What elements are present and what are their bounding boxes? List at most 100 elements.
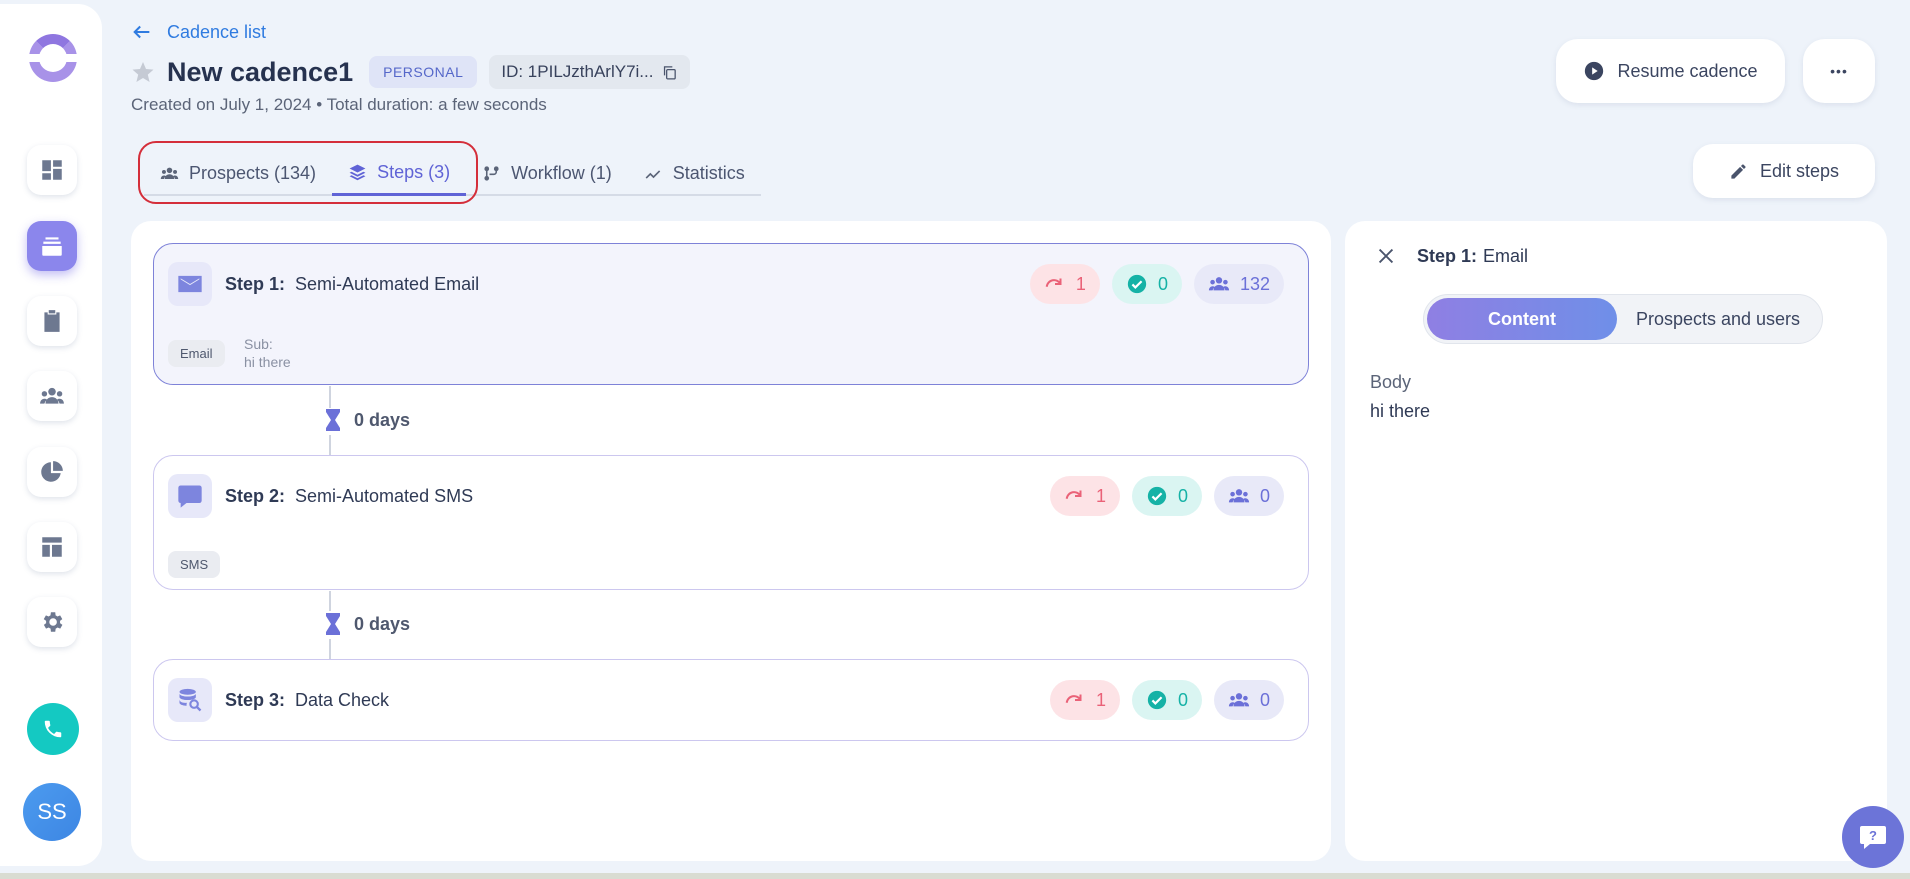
step-2-bounced-count: 1 (1095, 485, 1106, 506)
toggle-prospects-and-users[interactable]: Prospects and users (1617, 298, 1819, 340)
phone-icon (44, 720, 62, 738)
tab-statistics-label: Statistics (672, 162, 745, 183)
edit-steps-button[interactable]: Edit steps (1693, 144, 1875, 198)
resume-cadence-button[interactable]: Resume cadence (1556, 39, 1785, 103)
step-1-prospects-pill[interactable]: 132 (1193, 264, 1284, 304)
people-icon (1228, 489, 1250, 503)
step-2-completed-pill[interactable]: 0 (1131, 476, 1202, 516)
edit-steps-label: Edit steps (1759, 160, 1840, 181)
trend-line-icon (645, 169, 661, 179)
step-3-name: Data Check (295, 690, 390, 710)
templates-icon (42, 537, 62, 557)
more-options-icon: ••• (1830, 63, 1848, 79)
step-1-icon-box (168, 262, 212, 306)
back-to-cadence-list-link[interactable]: Cadence list (131, 21, 266, 43)
step-1-stats: 1 0 132 (1029, 264, 1284, 304)
step-3-number: Step 3: (225, 690, 286, 710)
step-2-channel-chip: SMS (168, 551, 221, 578)
tab-steps[interactable]: Steps (3) (332, 152, 467, 196)
step-3-prospects-pill[interactable]: 0 (1213, 680, 1284, 720)
cadences-nav-button[interactable] (27, 221, 77, 271)
check-circle-icon (1147, 486, 1167, 506)
step-2-bounced-pill[interactable]: 1 (1049, 476, 1120, 516)
step-3-stats: 1 0 0 (1049, 680, 1284, 720)
close-icon (1378, 248, 1394, 264)
step-1-subject-value: hi there (244, 354, 291, 370)
step-2-prospects-pill[interactable]: 0 (1213, 476, 1284, 516)
step-connector (329, 386, 331, 408)
help-button[interactable]: ? (1842, 806, 1904, 868)
settings-icon (43, 612, 63, 632)
tasks-nav-button[interactable] (27, 296, 77, 346)
step-connector (329, 639, 331, 659)
delay-2-label: 0 days (354, 613, 411, 634)
step-1-completed-pill[interactable]: 0 (1111, 264, 1182, 304)
step-2-title: Step 2: Semi-Automated SMS (225, 486, 473, 507)
app-logo[interactable] (25, 34, 81, 82)
bottom-strip (0, 873, 1910, 879)
copy-icon[interactable] (661, 64, 678, 81)
check-circle-icon (1127, 274, 1147, 294)
user-avatar[interactable]: SS (23, 783, 81, 841)
pencil-icon (1731, 163, 1746, 179)
redo-arrow-icon (1045, 278, 1062, 287)
step-3-icon-box (168, 678, 212, 722)
back-link-label: Cadence list (167, 21, 267, 42)
step-1-number: Step 1: (225, 274, 286, 294)
step-detail-number: Step 1: (1417, 246, 1478, 266)
step-1-prospects-count: 132 (1239, 273, 1270, 294)
reports-nav-button[interactable] (27, 447, 77, 497)
prospects-nav-button[interactable] (27, 371, 77, 421)
cadence-subtitle: Created on July 1, 2024 • Total duration… (131, 95, 547, 114)
tab-workflow[interactable]: Workflow (1) (466, 152, 628, 194)
step-3-title: Step 3: Data Check (225, 690, 389, 711)
star-icon (132, 62, 154, 82)
toggle-content[interactable]: Content (1427, 298, 1617, 340)
dashboard-icon (42, 160, 62, 180)
favorite-star-button[interactable] (131, 60, 155, 84)
body-value: hi there (1370, 401, 1431, 421)
step-detail-type: Email (1483, 246, 1529, 266)
step-2-prospects-count: 0 (1259, 485, 1270, 506)
step-1-channel-chip: Email (168, 340, 225, 367)
tab-statistics[interactable]: Statistics (628, 152, 761, 194)
content-toggle: Content Prospects and users (1423, 294, 1823, 344)
step-card-2[interactable]: Step 2: Semi-Automated SMS 1 0 0 SMS (153, 455, 1309, 590)
delay-2: 0 days (326, 613, 410, 635)
step-2-name: Semi-Automated SMS (295, 486, 474, 506)
close-panel-button[interactable] (1375, 245, 1397, 267)
more-options-button[interactable]: ••• (1803, 39, 1875, 103)
step-2-stats: 1 0 0 (1049, 476, 1284, 516)
step-1-name: Semi-Automated Email (295, 274, 480, 294)
step-3-completed-pill[interactable]: 0 (1131, 680, 1202, 720)
prospects-icon (40, 387, 64, 404)
tab-steps-label: Steps (3) (377, 162, 451, 182)
personal-badge: PERSONAL (369, 56, 478, 88)
step-card-1[interactable]: Step 1: Semi-Automated Email 1 0 132 Emai… (153, 243, 1309, 385)
reports-icon (41, 461, 63, 482)
help-chat-icon: ? (1860, 826, 1886, 849)
step-card-3[interactable]: Step 3: Data Check 1 0 0 (153, 659, 1309, 741)
dashboard-nav-button[interactable] (27, 145, 77, 195)
step-3-bounced-pill[interactable]: 1 (1049, 680, 1120, 720)
arrow-left-icon (133, 25, 150, 39)
cadence-id-chip: ID: 1PILJzthArlY7i... (489, 55, 691, 89)
check-circle-icon (1147, 690, 1167, 710)
tab-prospects[interactable]: Prospects (134) (144, 152, 332, 194)
step-detail-title: Step 1: Email (1417, 246, 1528, 267)
step-connector (329, 591, 331, 611)
step-detail-panel: Step 1: Email Content Prospects and users… (1345, 221, 1887, 861)
tasks-icon (44, 310, 60, 332)
page-title: New cadence1 (167, 56, 354, 87)
people-icon (1208, 277, 1230, 291)
phone-button[interactable] (27, 703, 79, 755)
step-1-bounced-pill[interactable]: 1 (1029, 264, 1100, 304)
resume-cadence-label: Resume cadence (1617, 60, 1758, 81)
step-2-icon-box (168, 474, 212, 518)
tab-workflow-label: Workflow (1) (511, 162, 612, 183)
redo-arrow-icon (1065, 694, 1082, 703)
tab-prospects-label: Prospects (134) (189, 162, 317, 183)
settings-nav-button[interactable] (27, 597, 77, 647)
templates-nav-button[interactable] (27, 522, 77, 572)
sidebar: SS (0, 4, 102, 866)
